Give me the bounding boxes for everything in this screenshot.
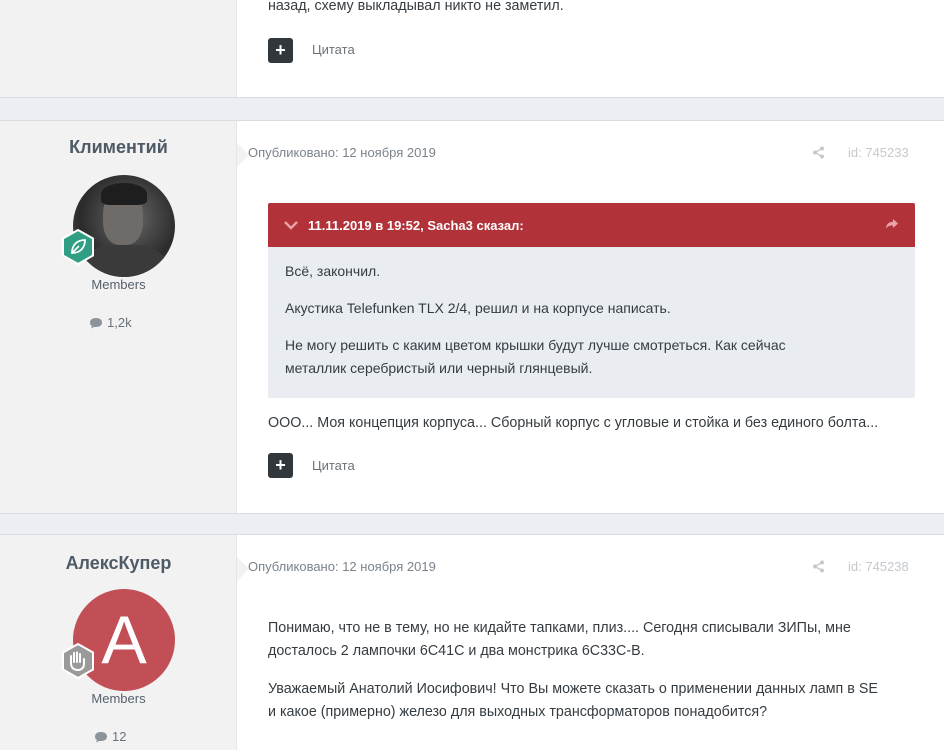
post-text: Понимаю, что не в тему, но не кидайте та… <box>268 620 851 636</box>
plus-icon: + <box>275 40 286 60</box>
quote-header: 11.11.2019 в 19:52, Sacha3 сказал: <box>268 203 915 247</box>
leaf-badge-icon <box>60 229 96 265</box>
quote-add-button[interactable]: + <box>268 38 293 63</box>
author-name[interactable]: Климентий <box>0 137 237 158</box>
quote-link[interactable]: Цитата <box>312 42 355 57</box>
share-button[interactable] <box>812 560 825 578</box>
quote-line: Всё, закончил. <box>285 263 381 279</box>
post-previous: назад, схему выкладывал никто не заметил… <box>0 0 944 98</box>
post-author-panel <box>0 0 237 97</box>
quote-line: металлик серебристый или черный глянцевы… <box>285 360 593 376</box>
forward-arrow-icon[interactable] <box>885 218 899 233</box>
quote-block: 11.11.2019 в 19:52, Sacha3 сказал: Всё, … <box>268 203 915 398</box>
post-id: id: 745233 <box>848 145 909 160</box>
post-text: ООО... Моя концепция корпуса... Сборный … <box>268 415 879 431</box>
post-text: назад, схему выкладывал никто не заметил… <box>268 0 564 14</box>
quote-citation[interactable]: 11.11.2019 в 19:52, Sacha3 сказал: <box>308 218 524 233</box>
post-alekskuper: АлексКупер A Members 12 Опубликовано: 12… <box>0 534 944 750</box>
quote-add-button[interactable]: + <box>268 453 293 478</box>
post-text: Уважаемый Анатолий Иосифович! Что Вы мож… <box>268 681 878 697</box>
share-icon <box>813 560 824 573</box>
plus-icon: + <box>275 455 286 475</box>
post-date[interactable]: Опубликовано: 12 ноября 2019 <box>248 145 436 160</box>
post-klimentiy: Климентий Members 1,2k Опубликовано: 12 … <box>0 120 944 514</box>
chevron-down-icon[interactable] <box>284 218 298 233</box>
post-id: id: 745238 <box>848 559 909 574</box>
post-text: и какое (примерно) железо для выходных т… <box>268 704 768 720</box>
post-date[interactable]: Опубликовано: 12 ноября 2019 <box>248 559 436 574</box>
member-group: Members <box>91 691 146 706</box>
post-text: досталось 2 лампочки 6С41С и два монстри… <box>268 643 645 659</box>
author-name[interactable]: АлексКупер <box>0 553 237 574</box>
share-button[interactable] <box>812 146 825 164</box>
comment-icon <box>95 731 107 742</box>
comment-icon <box>90 317 102 328</box>
share-icon <box>813 146 824 159</box>
quote-line: Акустика Telefunken TLX 2/4, решил и на … <box>285 300 671 316</box>
quote-link[interactable]: Цитата <box>312 458 355 473</box>
quote-line: Не могу решить с каким цветом крышки буд… <box>285 337 786 353</box>
member-group: Members <box>91 277 146 292</box>
post-count[interactable]: 1,2k <box>89 315 132 330</box>
post-count[interactable]: 12 <box>94 729 126 744</box>
hand-wave-badge-icon <box>60 643 96 679</box>
